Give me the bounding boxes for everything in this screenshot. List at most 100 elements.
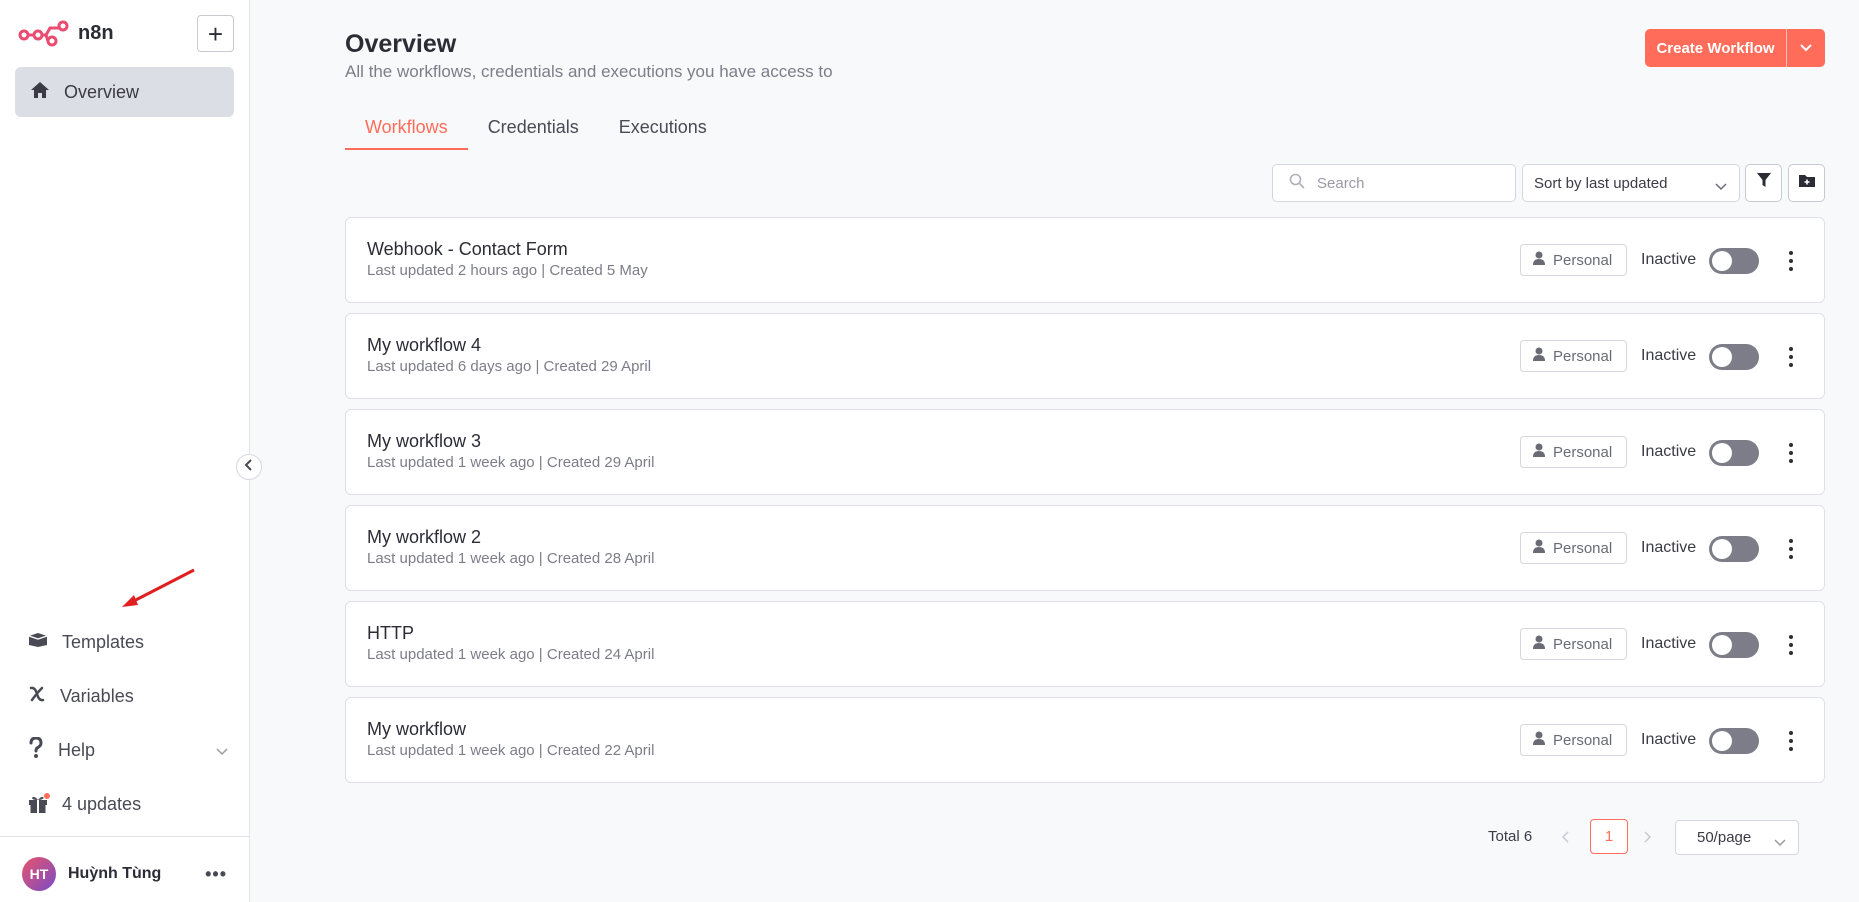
search-input[interactable] xyxy=(1317,174,1497,192)
create-workflow-button-group: Create Workflow xyxy=(1645,29,1825,67)
sort-select[interactable]: Sort by last updated xyxy=(1522,164,1740,202)
owner-label: Personal xyxy=(1553,251,1613,269)
user-name: Huỳnh Tùng xyxy=(68,865,162,882)
workflow-meta: Last updated 6 days ago | Created 29 Apr… xyxy=(367,358,652,375)
sidebar-item-label: 4 updates xyxy=(62,793,142,814)
folder-plus-icon xyxy=(1798,174,1815,192)
more-options-icon[interactable]: ••• xyxy=(205,864,227,885)
filter-icon xyxy=(1756,173,1771,193)
sidebar-item-label: Variables xyxy=(60,685,134,706)
divider xyxy=(0,836,250,837)
toggle-knob xyxy=(1712,635,1732,655)
toggle-knob xyxy=(1712,731,1732,751)
owner-label: Personal xyxy=(1553,539,1613,557)
tab-workflows[interactable]: Workflows xyxy=(345,110,468,150)
prev-page-icon[interactable] xyxy=(1561,830,1570,846)
add-button[interactable]: + xyxy=(197,15,234,52)
user-icon xyxy=(1533,251,1545,269)
notification-dot xyxy=(43,792,51,800)
toggle-knob xyxy=(1712,347,1732,367)
workflow-meta: Last updated 1 week ago | Created 22 Apr… xyxy=(367,742,655,759)
sidebar: n8n + Overview Templates Variables Help … xyxy=(0,0,262,902)
active-toggle[interactable] xyxy=(1709,344,1759,370)
sidebar-item-updates[interactable]: 4 updates xyxy=(28,789,228,819)
annotation-arrow-icon xyxy=(118,567,198,614)
status-label: Inactive xyxy=(1641,347,1697,364)
n8n-logo-icon xyxy=(18,17,70,49)
workflow-card[interactable]: My workflow 2 Last updated 1 week ago | … xyxy=(345,505,1825,591)
search-icon xyxy=(1289,173,1305,194)
owner-badge: Personal xyxy=(1520,340,1627,372)
tab-bar: Workflows Credentials Executions xyxy=(345,110,727,150)
user-icon xyxy=(1533,443,1545,461)
sidebar-item-variables[interactable]: Variables xyxy=(28,681,228,711)
chevron-down-icon xyxy=(1774,834,1786,851)
sort-label: Sort by last updated xyxy=(1534,174,1668,192)
filter-button[interactable] xyxy=(1745,164,1782,202)
question-icon xyxy=(28,735,44,764)
chevron-down-icon xyxy=(1715,178,1727,195)
create-workflow-button[interactable]: Create Workflow xyxy=(1645,29,1787,67)
collapse-sidebar-button[interactable] xyxy=(236,454,262,480)
user-icon xyxy=(1533,539,1545,557)
owner-badge: Personal xyxy=(1520,628,1627,660)
app-name: n8n xyxy=(78,21,114,44)
home-icon xyxy=(30,81,50,104)
active-toggle[interactable] xyxy=(1709,248,1759,274)
chevron-left-icon xyxy=(244,458,254,476)
create-dropdown-button[interactable] xyxy=(1787,29,1825,67)
more-options-icon[interactable] xyxy=(1786,248,1796,274)
more-options-icon[interactable] xyxy=(1786,632,1796,658)
workflow-card[interactable]: My workflow 4 Last updated 6 days ago | … xyxy=(345,313,1825,399)
workflow-meta: Last updated 1 week ago | Created 24 Apr… xyxy=(367,646,655,663)
active-toggle[interactable] xyxy=(1709,728,1759,754)
workflow-meta: Last updated 1 week ago | Created 28 Apr… xyxy=(367,550,655,567)
user-menu[interactable]: HT Huỳnh Tùng ••• xyxy=(22,856,227,892)
more-options-icon[interactable] xyxy=(1786,344,1796,370)
page-title: Overview xyxy=(345,30,457,58)
workflow-name[interactable]: Webhook - Contact Form xyxy=(367,239,568,260)
sidebar-item-templates[interactable]: Templates xyxy=(28,627,228,657)
search-box[interactable] xyxy=(1272,164,1516,202)
workflow-card[interactable]: My workflow 3 Last updated 1 week ago | … xyxy=(345,409,1825,495)
sidebar-item-overview[interactable]: Overview xyxy=(15,67,234,117)
page-subtitle: All the workflows, credentials and execu… xyxy=(345,62,833,81)
page-size-select[interactable]: 50/page xyxy=(1675,820,1799,855)
more-options-icon[interactable] xyxy=(1786,728,1796,754)
workflow-name[interactable]: My workflow xyxy=(367,719,466,740)
tab-executions[interactable]: Executions xyxy=(599,110,727,150)
variable-icon xyxy=(28,685,46,708)
active-toggle[interactable] xyxy=(1709,632,1759,658)
new-folder-button[interactable] xyxy=(1788,164,1825,202)
user-icon xyxy=(1533,731,1545,749)
active-toggle[interactable] xyxy=(1709,536,1759,562)
workflow-card[interactable]: My workflow Last updated 1 week ago | Cr… xyxy=(345,697,1825,783)
workflow-name[interactable]: My workflow 4 xyxy=(367,335,481,356)
status-label: Inactive xyxy=(1641,635,1697,652)
chevron-down-icon xyxy=(216,743,228,761)
sidebar-item-label: Help xyxy=(58,739,96,760)
more-options-icon[interactable] xyxy=(1786,536,1796,562)
next-page-icon[interactable] xyxy=(1643,830,1652,846)
pagination-total: Total 6 xyxy=(1488,828,1533,845)
more-options-icon[interactable] xyxy=(1786,440,1796,466)
workflow-name[interactable]: My workflow 3 xyxy=(367,431,481,452)
workflow-name[interactable]: My workflow 2 xyxy=(367,527,481,548)
user-icon xyxy=(1533,347,1545,365)
owner-label: Personal xyxy=(1553,635,1613,653)
tab-credentials[interactable]: Credentials xyxy=(468,110,599,150)
user-icon xyxy=(1533,635,1545,653)
status-label: Inactive xyxy=(1641,539,1697,556)
owner-label: Personal xyxy=(1553,443,1613,461)
page-number-button[interactable]: 1 xyxy=(1590,819,1628,854)
workflow-card[interactable]: HTTP Last updated 1 week ago | Created 2… xyxy=(345,601,1825,687)
page-size-label: 50/page xyxy=(1697,829,1752,846)
avatar: HT xyxy=(22,857,56,891)
sidebar-item-help[interactable]: Help xyxy=(28,735,228,765)
workflow-card[interactable]: Webhook - Contact Form Last updated 2 ho… xyxy=(345,217,1825,303)
status-label: Inactive xyxy=(1641,251,1697,268)
active-toggle[interactable] xyxy=(1709,440,1759,466)
owner-label: Personal xyxy=(1553,347,1613,365)
workflow-name[interactable]: HTTP xyxy=(367,623,414,644)
workflow-meta: Last updated 1 week ago | Created 29 Apr… xyxy=(367,454,655,471)
